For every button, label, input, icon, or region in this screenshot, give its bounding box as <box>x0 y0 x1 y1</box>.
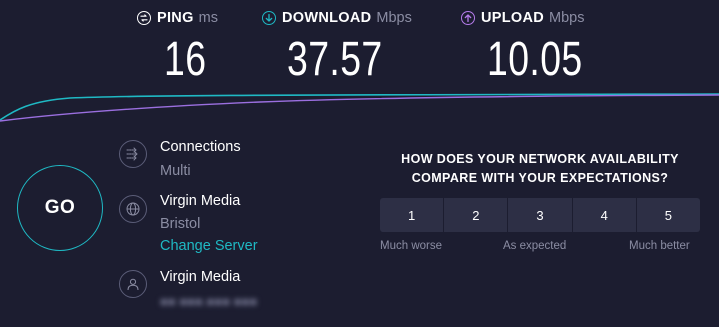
upload-label: UPLOAD <box>481 10 545 26</box>
upload-unit: Mbps <box>549 10 585 26</box>
rating-option-1[interactable]: 1 <box>380 198 445 232</box>
scale-label-as-expected: As expected <box>503 240 567 252</box>
speed-graph <box>0 93 719 122</box>
survey-question: HOW DOES YOUR NETWORK AVAILABILITY COMPA… <box>401 152 679 185</box>
server-provider: Virgin Media <box>160 193 241 209</box>
user-icon <box>119 270 147 298</box>
rating-option-3[interactable]: 3 <box>508 198 573 232</box>
upload-value: 10.05 <box>487 33 583 86</box>
connections-mode: Multi <box>160 163 191 179</box>
upload-metric: UPLOAD Mbps 10.05 <box>461 10 585 86</box>
ping-metric: PING ms 16 <box>137 10 218 86</box>
rating-scale: 1 2 3 4 5 <box>380 198 701 232</box>
globe-icon <box>119 195 147 223</box>
ping-icon <box>137 11 151 25</box>
download-value: 37.57 <box>287 33 383 86</box>
upload-speed-line <box>0 94 719 122</box>
upload-arrow-icon <box>461 11 475 25</box>
download-label: DOWNLOAD <box>282 10 372 26</box>
ping-header: PING ms <box>137 10 218 26</box>
download-metric: DOWNLOAD Mbps 37.57 <box>262 10 412 86</box>
ip-address: ■■ ■■■.■■■ ■■■ <box>160 294 258 309</box>
connections-icon <box>119 140 147 168</box>
ping-value: 16 <box>164 33 207 86</box>
ping-unit: ms <box>198 10 218 26</box>
download-unit: Mbps <box>376 10 412 26</box>
isp-name: Virgin Media <box>160 269 241 285</box>
scale-label-much-better: Much better <box>629 240 690 252</box>
ping-label: PING <box>157 10 194 26</box>
scale-label-much-worse: Much worse <box>380 240 442 252</box>
rating-option-5[interactable]: 5 <box>636 198 701 232</box>
change-server-link[interactable]: Change Server <box>160 238 258 254</box>
go-button[interactable]: GO <box>17 165 103 251</box>
download-speed-line <box>0 93 719 121</box>
upload-header: UPLOAD Mbps <box>461 10 585 26</box>
rating-option-4[interactable]: 4 <box>572 198 637 232</box>
connections-title: Connections <box>160 139 241 155</box>
download-arrow-icon <box>262 11 276 25</box>
rating-option-2[interactable]: 2 <box>444 198 509 232</box>
download-header: DOWNLOAD Mbps <box>262 10 412 26</box>
server-location: Bristol <box>160 216 201 232</box>
